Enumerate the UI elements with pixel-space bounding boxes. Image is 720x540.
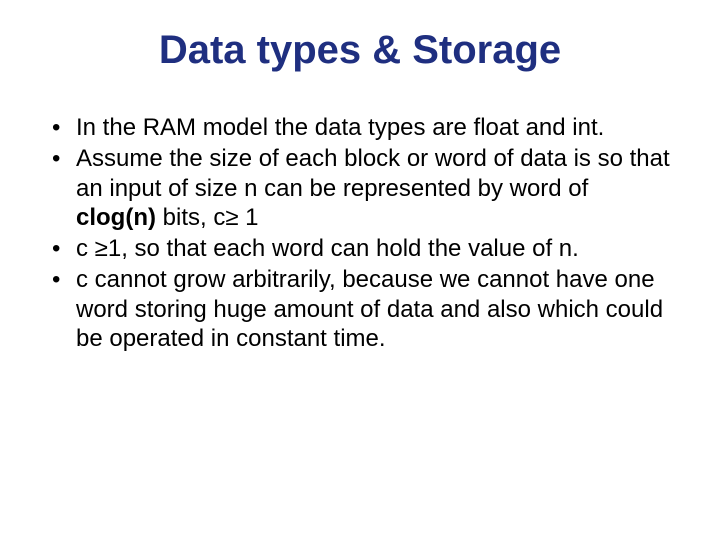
list-item: c ≥1, so that each word can hold the val… [48,234,672,263]
bullet-text: c ≥1, so that each word can hold the val… [76,235,579,262]
slide-title: Data types & Storage [48,28,672,73]
list-item: Assume the size of each block or word of… [48,144,672,232]
bullet-text: c cannot grow arbitrarily, because we ca… [76,266,663,352]
bullet-text: In the RAM model the data types are floa… [76,114,604,141]
slide: Data types & Storage In the RAM model th… [0,0,720,540]
bullet-text: Assume the size of each block or word of… [76,145,670,201]
bullet-bold: clog(n) [76,204,156,231]
bullet-text-post: bits, c≥ 1 [156,204,259,231]
list-item: c cannot grow arbitrarily, because we ca… [48,265,672,353]
list-item: In the RAM model the data types are floa… [48,113,672,142]
bullet-list: In the RAM model the data types are floa… [48,113,672,353]
